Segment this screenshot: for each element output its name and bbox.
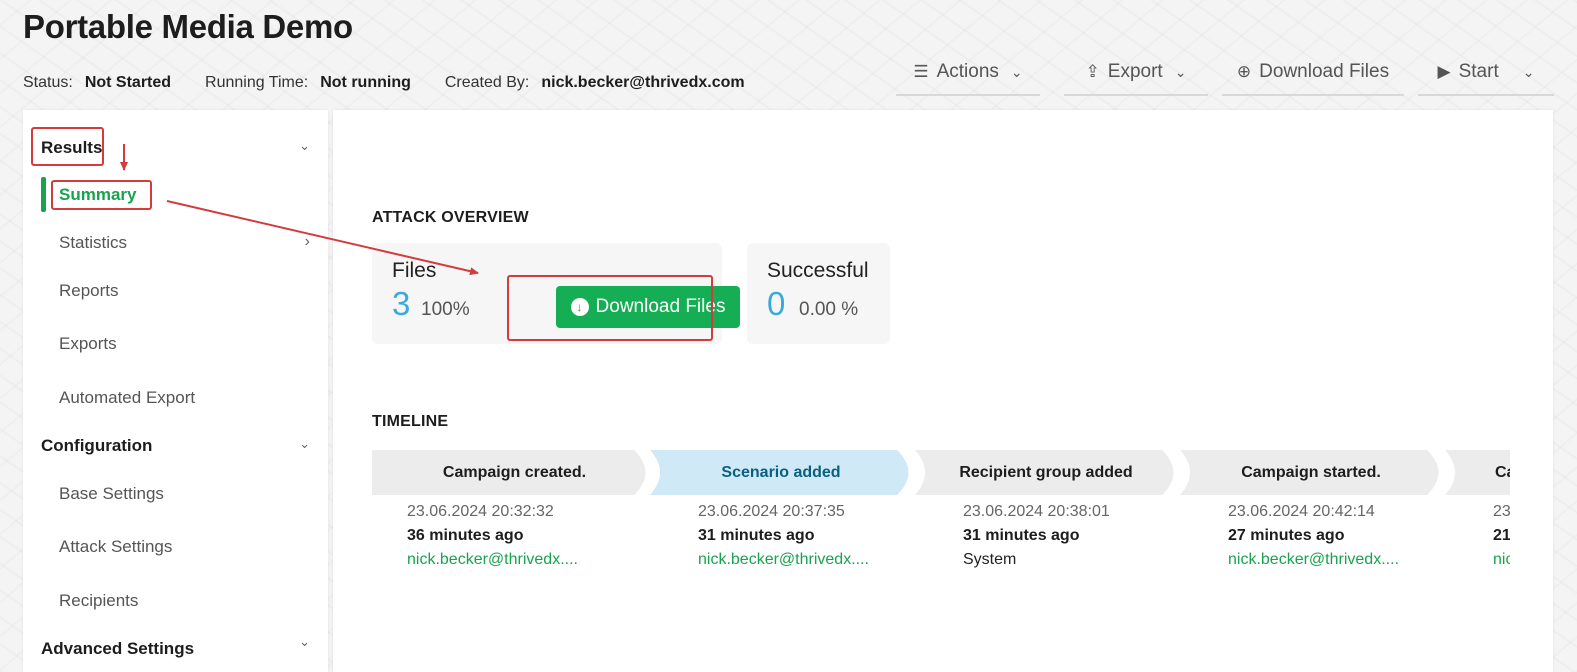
annotation-arrows xyxy=(120,144,479,276)
annotation-arrow-to-download xyxy=(166,200,479,276)
